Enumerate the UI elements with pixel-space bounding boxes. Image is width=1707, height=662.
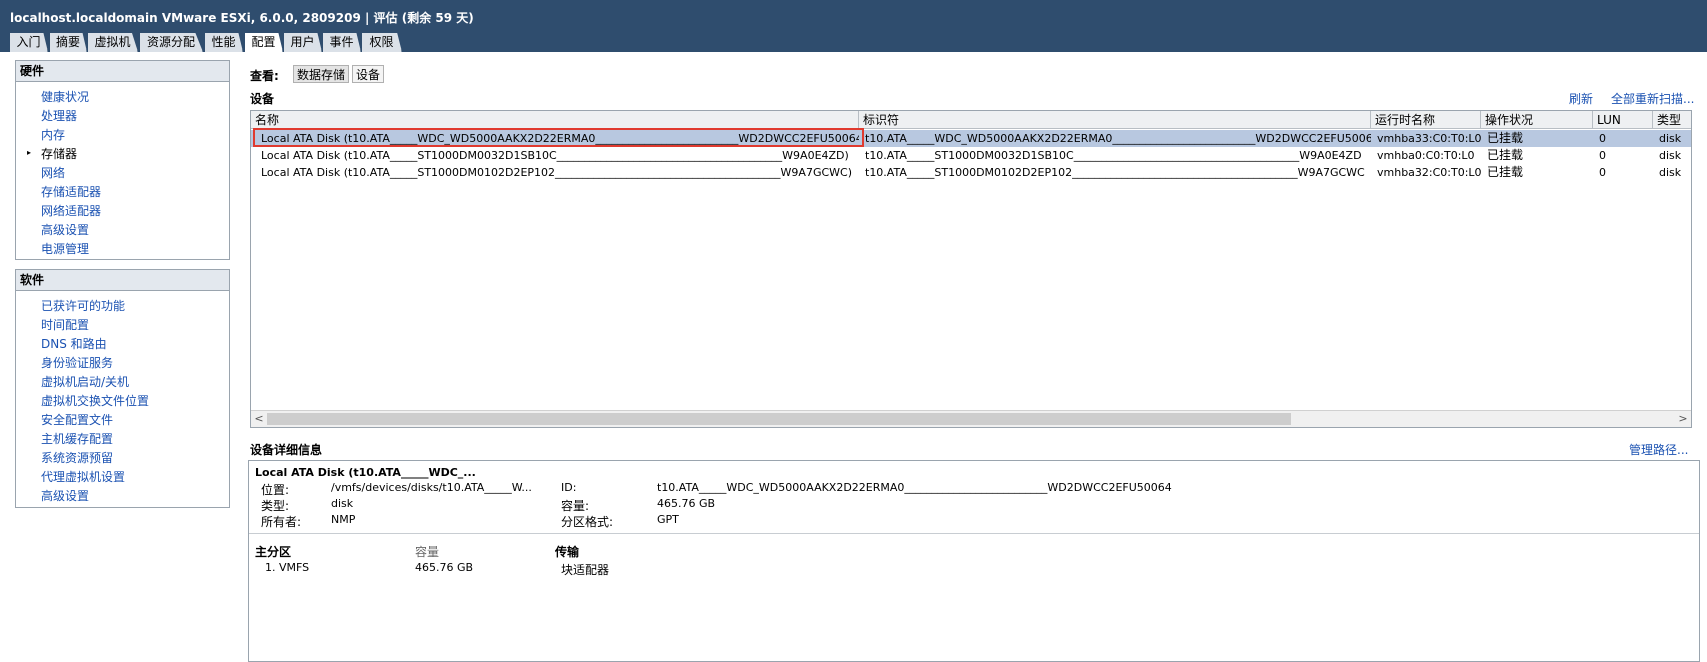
devices-table: 名称 标识符 运行时名称 操作状况 LUN 类型 Local ATA Disk …	[250, 110, 1692, 428]
table-row[interactable]: Local ATA Disk (t10.ATA_____ST1000DM0102…	[251, 164, 1691, 181]
software-item-dns-routing[interactable]: DNS 和路由	[41, 336, 107, 352]
partitions-capacity-header: 容量	[415, 545, 440, 559]
detail-capacity-label: 容量:	[561, 499, 590, 513]
software-item-vm-swapfile-location[interactable]: 虚拟机交换文件位置	[41, 393, 149, 409]
window-title-bar: localhost.localdomain VMware ESXi, 6.0.0…	[0, 0, 1707, 33]
device-details-panel: Local ATA Disk (t10.ATA_____WDC_... 位置: …	[248, 460, 1700, 662]
rescan-all-link[interactable]: 全部重新扫描...	[1611, 90, 1694, 107]
device-status-cell: 已挂载	[1487, 131, 1524, 145]
detail-location-value: /vmfs/devices/disks/t10.ATA_____W...	[331, 481, 532, 494]
devices-section-title: 设备	[250, 92, 275, 106]
column-header-identifier[interactable]: 标识符	[859, 111, 1371, 129]
device-identifier-cell: t10.ATA_____ST1000DM0032D1SB10C_________…	[865, 149, 1362, 162]
tab-configuration[interactable]: 配置	[245, 33, 283, 52]
software-item-security-profile[interactable]: 安全配置文件	[41, 412, 113, 428]
device-type-cell: disk	[1659, 132, 1682, 145]
tab-bar: 入门 摘要 虚拟机 资源分配 性能 配置 用户 事件 权限	[0, 33, 1707, 52]
software-item-system-resource-reservation[interactable]: 系统资源预留	[41, 450, 113, 466]
device-status-cell: 已挂载	[1487, 165, 1524, 179]
view-label: 查看:	[250, 69, 279, 83]
software-item-agent-vm-settings[interactable]: 代理虚拟机设置	[41, 469, 125, 485]
software-item-time-configuration[interactable]: 时间配置	[41, 317, 89, 333]
detail-id-label: ID:	[561, 481, 577, 494]
detail-location-label: 位置:	[261, 483, 290, 497]
tab-resource-allocation[interactable]: 资源分配	[140, 33, 203, 52]
software-item-authentication-services[interactable]: 身份验证服务	[41, 355, 113, 371]
hardware-item-network-adapters[interactable]: 网络适配器	[41, 203, 101, 219]
software-panel-title: 软件	[16, 270, 229, 291]
partition-capacity: 465.76 GB	[415, 561, 474, 574]
detail-partition-format-label: 分区格式:	[561, 515, 614, 529]
column-header-operational-state[interactable]: 操作状况	[1481, 111, 1593, 129]
manage-paths-link[interactable]: 管理路径...	[1629, 441, 1688, 458]
hardware-item-health[interactable]: 健康状况	[41, 89, 89, 105]
detail-partition-format-value: GPT	[657, 513, 679, 526]
detail-owner-label: 所有者:	[261, 515, 302, 529]
scroll-right-icon[interactable]: >	[1675, 411, 1691, 427]
hardware-item-networking[interactable]: 网络	[41, 165, 65, 181]
scroll-left-icon[interactable]: <	[251, 411, 267, 427]
view-datastores-button[interactable]: 数据存储	[293, 65, 350, 83]
detail-capacity-value: 465.76 GB	[657, 497, 716, 510]
horizontal-scrollbar[interactable]: < >	[251, 410, 1691, 427]
selected-bullet-icon: ▸	[27, 148, 32, 157]
device-status-cell: 已挂载	[1487, 148, 1524, 162]
view-devices-button[interactable]: 设备	[352, 65, 385, 83]
tab-summary[interactable]: 摘要	[50, 33, 87, 52]
window-title: localhost.localdomain VMware ESXi, 6.0.0…	[10, 11, 474, 25]
device-type-cell: disk	[1659, 149, 1682, 162]
software-item-licensed-features[interactable]: 已获许可的功能	[41, 298, 125, 314]
partition-name: 1. VMFS	[265, 561, 310, 574]
transport-title: 传输	[555, 545, 580, 559]
column-header-name[interactable]: 名称	[251, 111, 859, 129]
hardware-item-storage[interactable]: 存储器	[41, 146, 77, 162]
device-name-cell: Local ATA Disk (t10.ATA_____ST1000DM0102…	[261, 166, 852, 179]
tab-virtual-machines[interactable]: 虚拟机	[88, 33, 138, 52]
partitions-title: 主分区	[255, 545, 292, 559]
software-item-host-cache-configuration[interactable]: 主机缓存配置	[41, 431, 113, 447]
tab-events[interactable]: 事件	[323, 33, 361, 52]
software-panel: 软件 已获许可的功能 时间配置 DNS 和路由 身份验证服务 虚拟机启动/关机 …	[15, 269, 230, 508]
software-item-advanced-settings[interactable]: 高级设置	[41, 488, 89, 504]
hardware-panel-title: 硬件	[16, 61, 229, 82]
hardware-item-storage-adapters[interactable]: 存储适配器	[41, 184, 101, 200]
device-identifier-cell: t10.ATA_____ST1000DM0102D2EP102_________…	[865, 166, 1365, 179]
device-identifier-cell: t10.ATA_____WDC_WD5000AAKX2D22ERMA0_____…	[865, 132, 1371, 145]
device-lun-cell: 0	[1599, 166, 1606, 179]
detail-id-value: t10.ATA_____WDC_WD5000AAKX2D22ERMA0_____…	[657, 481, 1172, 494]
device-runtime-cell: vmhba0:C0:T0:L0	[1377, 149, 1475, 162]
device-lun-cell: 0	[1599, 149, 1606, 162]
table-row[interactable]: Local ATA Disk (t10.ATA_____WDC_WD5000AA…	[251, 130, 1691, 147]
device-runtime-cell: vmhba33:C0:T0:L0	[1377, 132, 1481, 145]
transport-value: 块适配器	[561, 563, 610, 577]
software-item-vm-startup-shutdown[interactable]: 虚拟机启动/关机	[41, 374, 129, 390]
tab-permissions[interactable]: 权限	[362, 33, 402, 52]
detail-device-name: Local ATA Disk (t10.ATA_____WDC_...	[255, 466, 476, 479]
hardware-item-processors[interactable]: 处理器	[41, 108, 77, 124]
device-type-cell: disk	[1659, 166, 1682, 179]
table-row[interactable]: Local ATA Disk (t10.ATA_____ST1000DM0032…	[251, 147, 1691, 164]
detail-type-value: disk	[331, 497, 354, 510]
tab-performance[interactable]: 性能	[205, 33, 243, 52]
device-name-cell: Local ATA Disk (t10.ATA_____ST1000DM0032…	[261, 149, 849, 162]
detail-type-label: 类型:	[261, 499, 290, 513]
hardware-item-memory[interactable]: 内存	[41, 127, 65, 143]
hardware-panel: 硬件 健康状况 处理器 内存 ▸ 存储器 网络 存储适配器 网络适配器 高级设置…	[15, 60, 230, 260]
hardware-item-advanced-settings[interactable]: 高级设置	[41, 222, 89, 238]
tab-getting-started[interactable]: 入门	[10, 33, 48, 52]
device-name-cell: Local ATA Disk (t10.ATA_____WDC_WD5000AA…	[261, 132, 859, 145]
device-lun-cell: 0	[1599, 132, 1606, 145]
hardware-item-power-management[interactable]: 电源管理	[41, 241, 89, 257]
scrollbar-thumb[interactable]	[267, 413, 1291, 425]
refresh-link[interactable]: 刷新	[1569, 90, 1593, 107]
column-header-lun[interactable]: LUN	[1593, 111, 1653, 129]
column-header-type[interactable]: 类型	[1653, 111, 1691, 129]
details-separator	[249, 533, 1699, 534]
column-header-runtime-name[interactable]: 运行时名称	[1371, 111, 1481, 129]
detail-owner-value: NMP	[331, 513, 356, 526]
device-runtime-cell: vmhba32:C0:T0:L0	[1377, 166, 1481, 179]
device-details-title: 设备详细信息	[250, 443, 323, 457]
tab-users[interactable]: 用户	[284, 33, 322, 52]
